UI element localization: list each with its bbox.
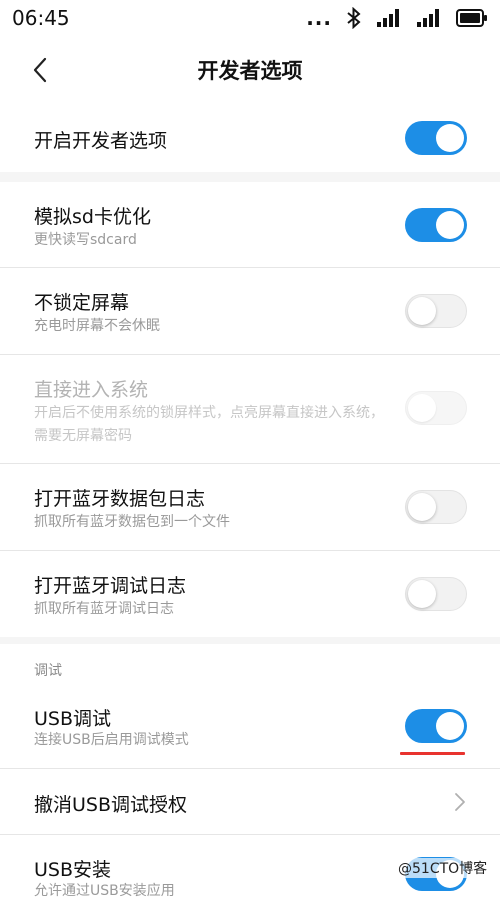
row-subtitle: 更快读写sdcard (34, 232, 137, 248)
more-dots-icon: ... (306, 6, 332, 30)
usb-debugging-switch[interactable] (405, 709, 467, 743)
direct-boot-switch (405, 391, 467, 425)
bluetooth-hci-log-switch[interactable] (405, 490, 467, 524)
row-title: 模拟sd卡优化 (34, 206, 151, 228)
back-button[interactable] (22, 52, 58, 88)
page-title: 开发者选项 (197, 59, 303, 83)
row-title: 撤消USB调试授权 (34, 794, 188, 816)
chevron-left-icon (33, 57, 47, 83)
row-title: 打开蓝牙数据包日志 (34, 488, 206, 510)
bluetooth-icon (347, 7, 361, 29)
stay-awake-switch[interactable] (405, 294, 467, 328)
section-header-debug: 调试 (34, 663, 62, 679)
switch-knob (408, 394, 436, 422)
developer-options-master-row[interactable]: 开启开发者选项 (0, 104, 500, 262)
row-title: USB安装 (34, 859, 112, 881)
battery-icon (456, 9, 487, 27)
simulate-sd-card-row[interactable]: 模拟sd卡优化 更快读写sdcard (0, 182, 500, 268)
status-time: 06:45 (12, 6, 70, 30)
switch-knob (408, 580, 436, 608)
annotation-underline (400, 752, 465, 755)
watermark: @51CTO博客 (395, 858, 491, 878)
row-subtitle: 连接USB后启用调试模式 (34, 732, 189, 748)
section-gap (0, 172, 500, 182)
switch-knob (436, 211, 464, 239)
row-subtitle: 抓取所有蓝牙数据包到一个文件 (34, 514, 230, 530)
row-title: 开启开发者选项 (34, 130, 168, 152)
row-subtitle: 充电时屏幕不会休眠 (34, 318, 160, 334)
row-title: USB调试 (34, 708, 112, 730)
chevron-right-icon (455, 793, 465, 811)
row-title: 直接进入系统 (34, 379, 149, 401)
simulate-sd-card-switch[interactable] (405, 208, 467, 242)
usb-debugging-row[interactable]: USB调试 连接USB后启用调试模式 (0, 688, 500, 769)
row-subtitle: 开启后不使用系统的锁屏样式，点亮屏幕直接进入系统，需要无屏幕密码 (34, 405, 384, 444)
bluetooth-debug-log-switch[interactable] (405, 577, 467, 611)
signal-icon-2 (417, 9, 439, 27)
status-bar: 06:45 ... (0, 0, 500, 36)
section-gap (0, 637, 500, 644)
stay-awake-row[interactable]: 不锁定屏幕 充电时屏幕不会休眠 (0, 268, 500, 355)
switch-knob (436, 124, 464, 152)
status-icons: ... (306, 6, 488, 30)
switch-knob (408, 493, 436, 521)
row-subtitle: 抓取所有蓝牙调试日志 (34, 601, 174, 617)
direct-boot-row: 直接进入系统 开启后不使用系统的锁屏样式，点亮屏幕直接进入系统，需要无屏幕密码 (0, 355, 500, 464)
signal-icon (377, 9, 399, 27)
row-title: 不锁定屏幕 (34, 292, 130, 314)
developer-options-switch[interactable] (405, 121, 467, 155)
switch-knob (408, 297, 436, 325)
app-header: 开发者选项 (0, 36, 500, 105)
bluetooth-hci-log-row[interactable]: 打开蓝牙数据包日志 抓取所有蓝牙数据包到一个文件 (0, 464, 500, 551)
switch-knob (436, 712, 464, 740)
row-title: 打开蓝牙调试日志 (34, 575, 187, 597)
row-subtitle: 允许通过USB安装应用 (34, 883, 175, 899)
bluetooth-debug-log-row[interactable]: 打开蓝牙调试日志 抓取所有蓝牙调试日志 (0, 551, 500, 637)
revoke-usb-authorization-row[interactable]: 撤消USB调试授权 (0, 769, 500, 835)
